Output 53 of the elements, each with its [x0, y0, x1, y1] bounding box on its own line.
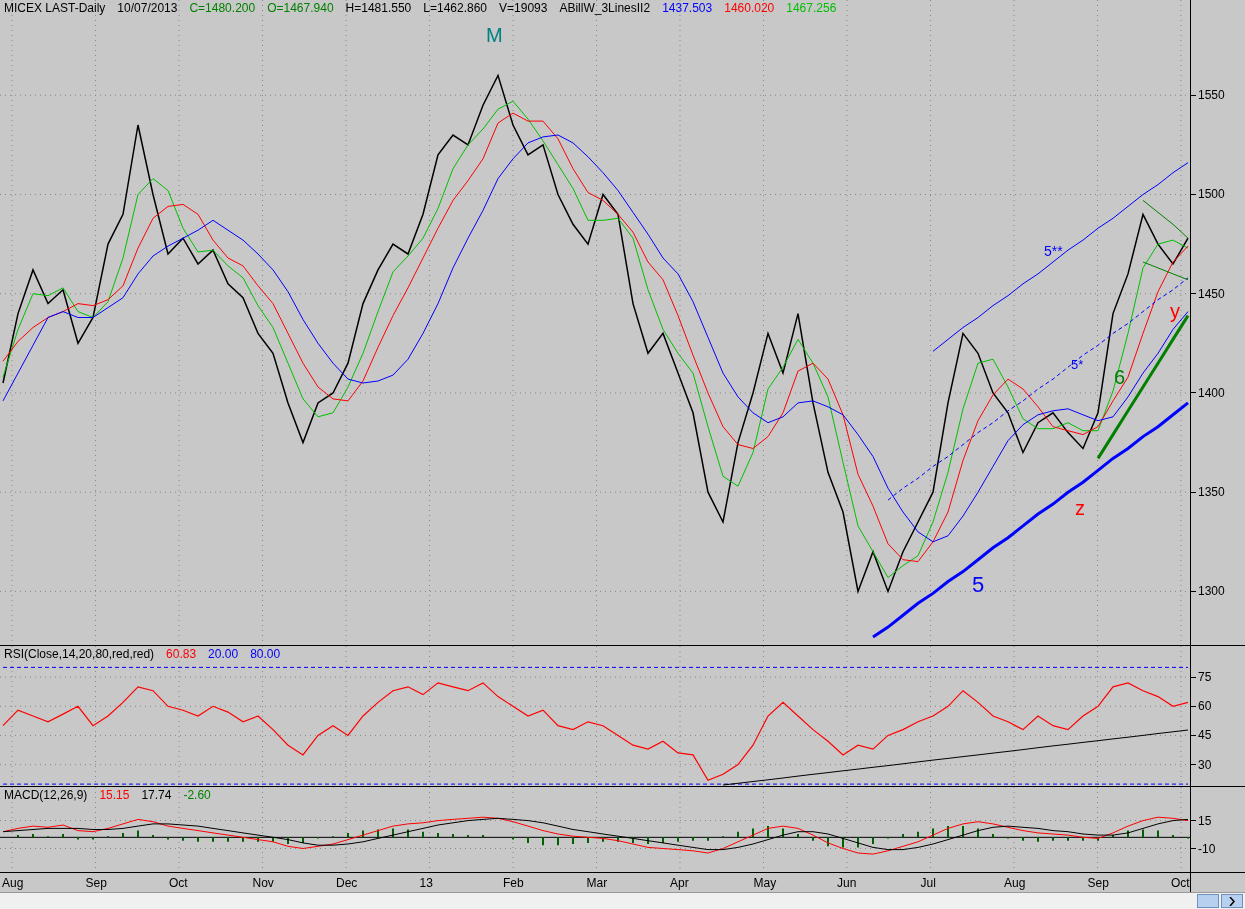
date-axis-label: Mar [586, 876, 608, 890]
chart-header-text: ABillW_3LinesII2 [559, 1, 651, 16]
axis-tick-label: 1400 [1197, 384, 1225, 401]
indicator-header-text: 60.83 [166, 647, 197, 662]
date-axis-label: Oct [169, 876, 188, 890]
wave-label: 5** [1044, 243, 1063, 259]
indicator-header-text: 80.00 [250, 647, 281, 662]
chart-header-text: 10/07/2013 [117, 1, 178, 16]
wave-label: 5* [1071, 357, 1084, 372]
chart-header-text: 1437.503 [662, 1, 713, 16]
indicator-header-text: -2.60 [183, 788, 211, 803]
chart-header-text: 1460.020 [724, 1, 775, 16]
date-axis-label: Jul [920, 876, 936, 890]
indicator-header-text: RSI(Close,14,20,80,red,red) [4, 647, 155, 662]
chart-header-text: MICEX LAST-Daily [4, 1, 106, 16]
date-axis-label: Jun [837, 876, 857, 890]
wave-label: 5 [972, 572, 985, 597]
date-axis-label: Aug [2, 876, 24, 890]
date-axis-label: Feb [503, 876, 524, 890]
axis-tick-label: -10 [1197, 840, 1216, 857]
axis-tick-label: 15 [1197, 812, 1212, 829]
axis-tick-label: 60 [1197, 698, 1212, 715]
chart-header-text: L=1462.860 [423, 1, 488, 16]
indicator-header-text: 15.15 [99, 788, 130, 803]
indicator-header-text: MACD(12,26,9) [4, 788, 88, 803]
date-axis-label: Sep [1087, 876, 1109, 890]
wave-label: 6 [1114, 366, 1126, 388]
date-axis-label: Apr [670, 876, 689, 890]
chart-header-text: H=1481.550 [345, 1, 412, 16]
indicator-header-text: 20.00 [208, 647, 239, 662]
date-axis-label: Nov [252, 876, 274, 890]
axis-tick-label: 45 [1197, 727, 1212, 744]
chart-header-text: 1467.256 [786, 1, 837, 16]
axis-tick-label: 1550 [1197, 87, 1225, 104]
chart-header-text: C=1480.200 [189, 1, 256, 16]
date-axis-label: Oct [1171, 876, 1190, 890]
wave-label: M [486, 24, 503, 46]
axis-tick-label: 1350 [1197, 484, 1225, 501]
wave-label: z [1075, 497, 1085, 519]
axis-tick-label: 1300 [1197, 583, 1225, 600]
date-axis-label: Dec [336, 876, 358, 890]
wave-label: y [1170, 300, 1180, 322]
axis-tick-label: 1450 [1197, 285, 1225, 302]
chart-header-text: O=1467.940 [267, 1, 334, 16]
date-axis-label: Aug [1004, 876, 1026, 890]
indicator-header-text: 17.74 [141, 788, 172, 803]
axis-tick-label: 30 [1197, 756, 1212, 773]
date-axis-label: 13 [419, 876, 433, 890]
axis-tick-label: 75 [1197, 669, 1212, 686]
date-axis-label: May [753, 876, 777, 890]
axis-tick-label: 1500 [1197, 186, 1225, 203]
chart-header-text: V=19093 [499, 1, 548, 16]
date-axis-label: Sep [85, 876, 107, 890]
